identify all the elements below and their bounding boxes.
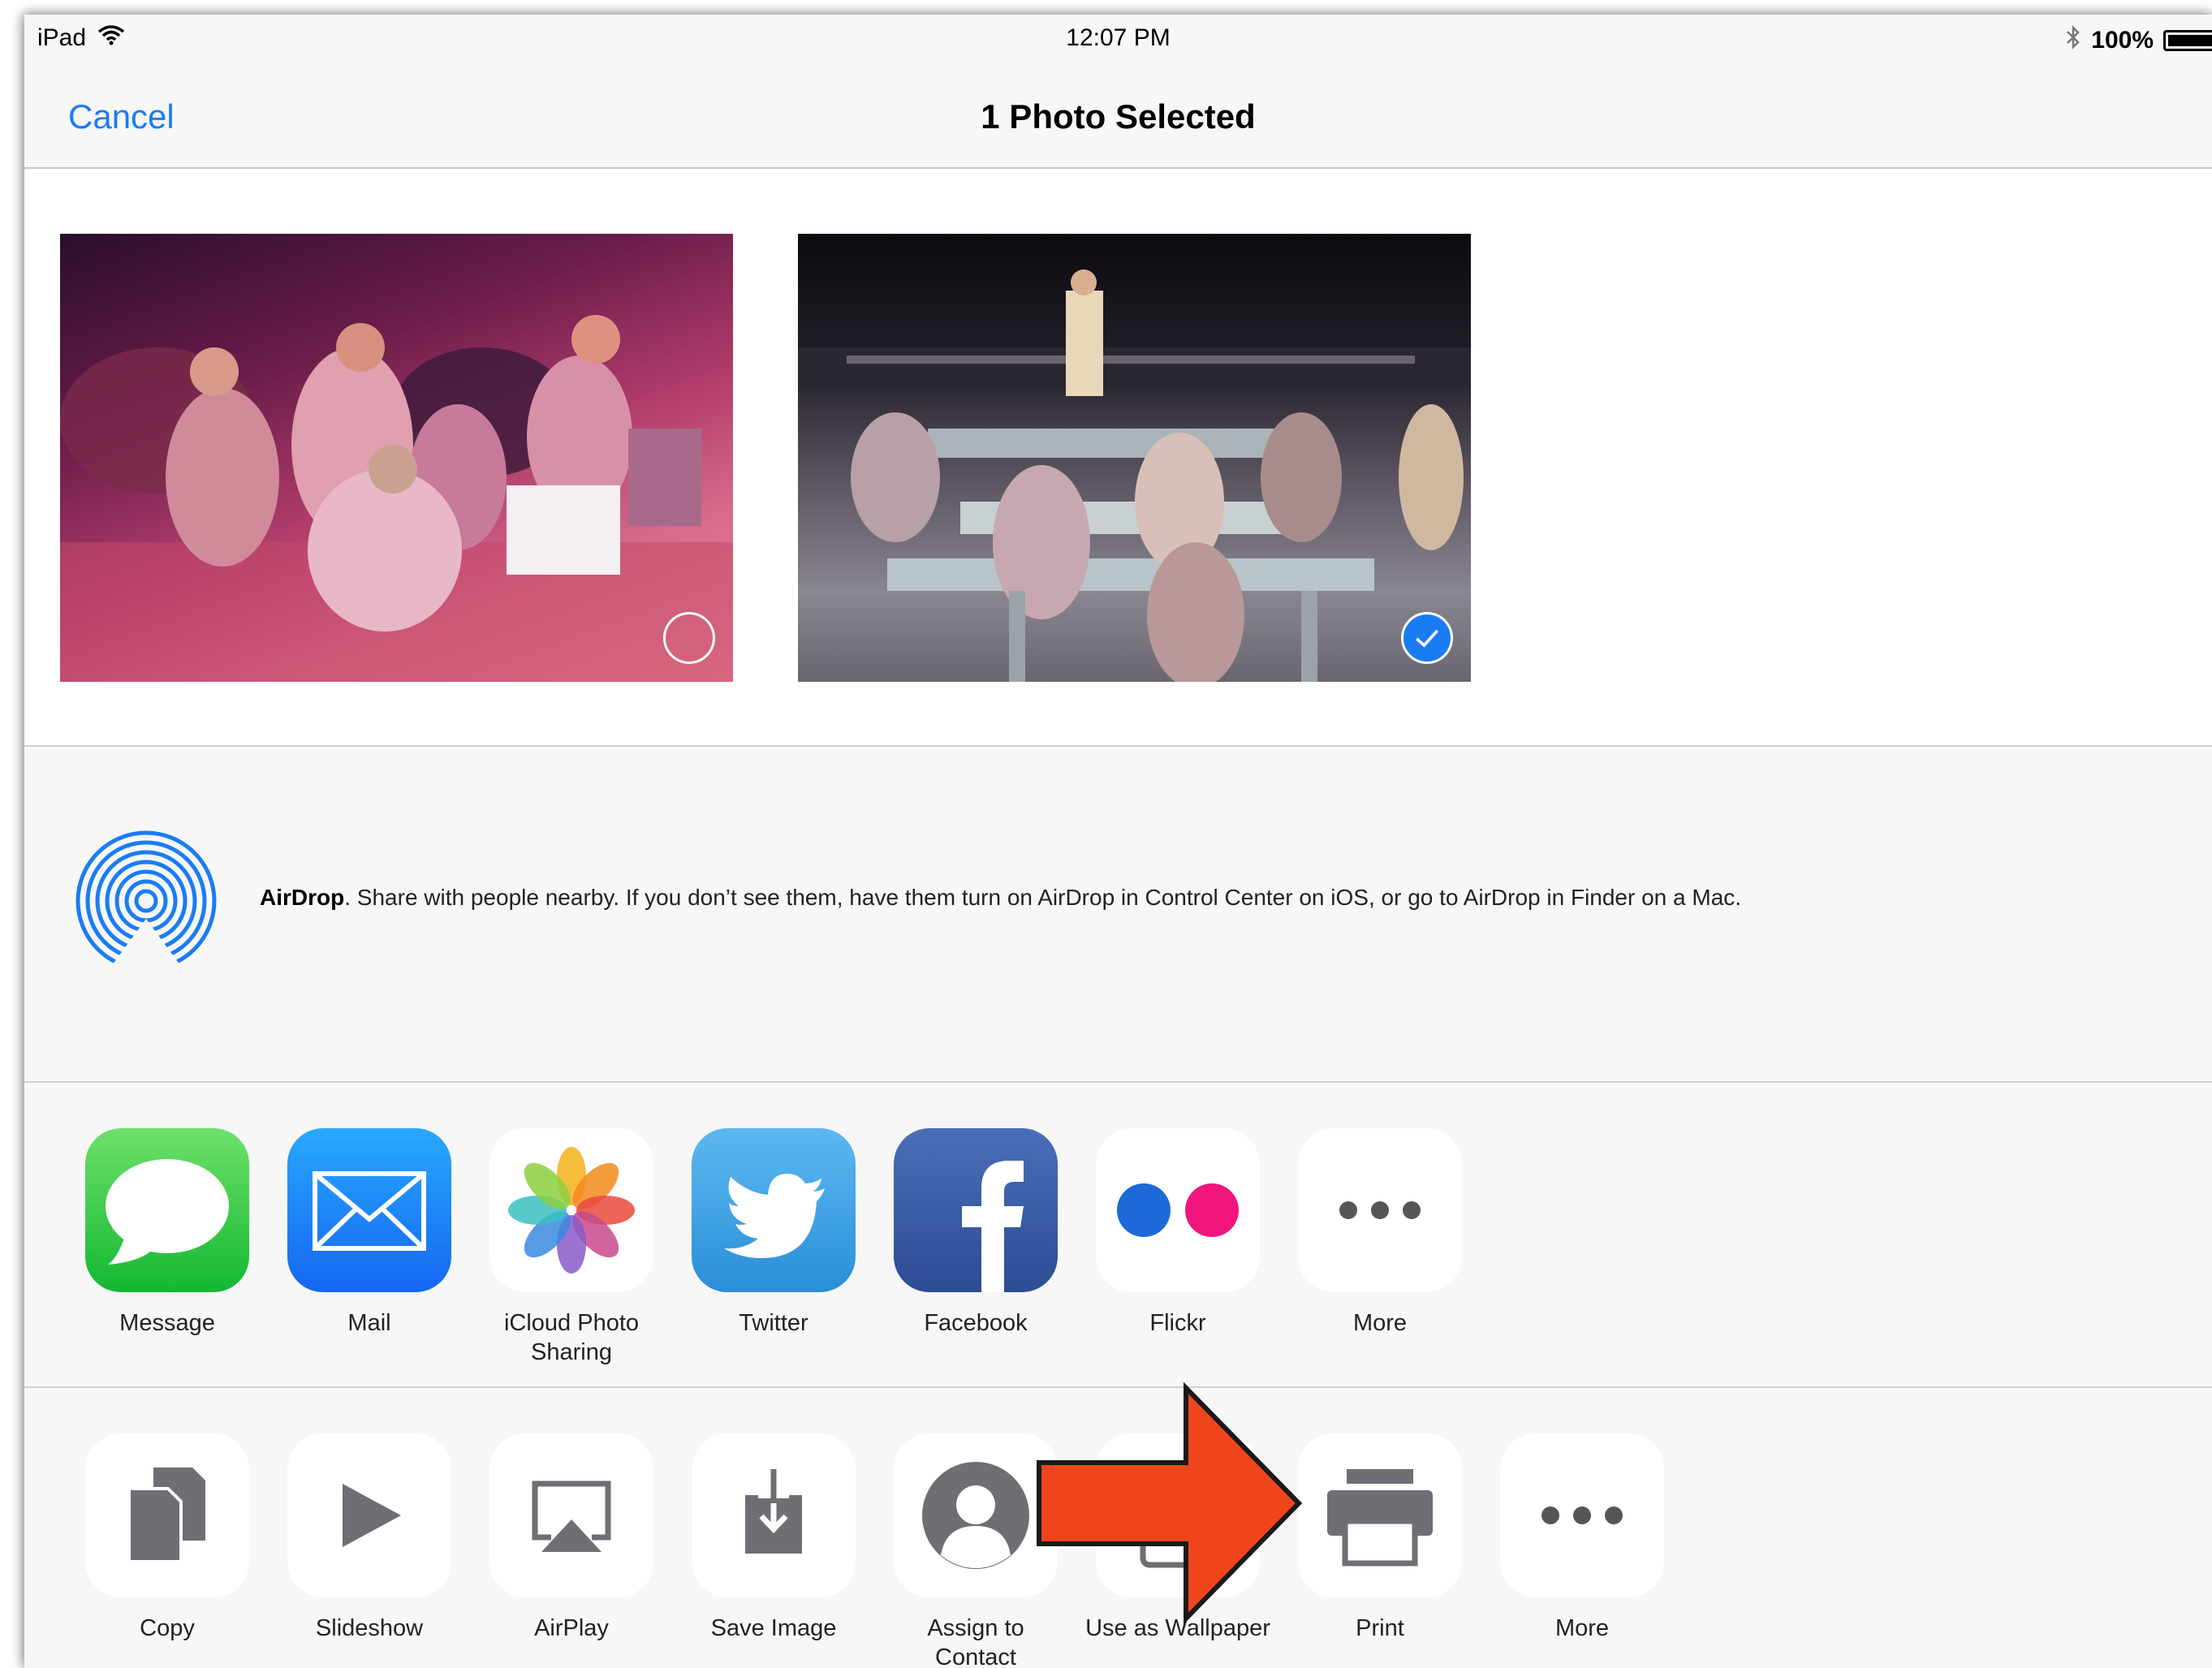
- airdrop-section: AirDrop. Share with people nearby. If yo…: [24, 747, 2212, 1083]
- battery-icon: [2163, 30, 2212, 51]
- bluetooth-icon: [2065, 24, 2081, 57]
- share-label: Facebook: [924, 1310, 1028, 1336]
- share-mail[interactable]: Mail: [268, 1128, 471, 1338]
- airdrop-description: AirDrop. Share with people nearby. If yo…: [260, 885, 1741, 911]
- battery-percent: 100%: [2091, 27, 2154, 54]
- stage-scene-image: [60, 315, 733, 682]
- share-label: Mail: [347, 1310, 391, 1336]
- save-image-icon: [692, 1433, 856, 1597]
- copy-icon: [85, 1433, 249, 1597]
- airdrop-title: AirDrop: [260, 885, 345, 910]
- action-slideshow[interactable]: Slideshow: [268, 1433, 471, 1643]
- status-bar: iPad 12:07 PM 100%: [24, 15, 2212, 65]
- photo-thumbnail[interactable]: [60, 234, 733, 682]
- airplay-icon: [489, 1433, 653, 1597]
- icloud-photo-sharing-icon: [489, 1128, 653, 1292]
- action-label: More: [1554, 1615, 1610, 1641]
- share-facebook[interactable]: Facebook: [874, 1128, 1077, 1338]
- share-activities-row: Message Mail iCloud Photo Sharing Twitte…: [24, 1083, 2212, 1388]
- share-twitter[interactable]: Twitter: [672, 1128, 875, 1338]
- action-more[interactable]: More: [1481, 1433, 1684, 1643]
- selection-circle[interactable]: [663, 612, 715, 664]
- more-icon: [1298, 1128, 1462, 1292]
- share-label: iCloud Photo Sharing: [503, 1310, 640, 1365]
- share-icloud-photo-sharing[interactable]: iCloud Photo Sharing: [470, 1128, 673, 1367]
- action-label: Slideshow: [315, 1615, 424, 1641]
- twitter-icon: [692, 1128, 856, 1292]
- share-label: Message: [119, 1310, 215, 1336]
- action-label: Copy: [140, 1615, 195, 1641]
- airdrop-icon[interactable]: [73, 828, 219, 974]
- flickr-icon: [1096, 1128, 1260, 1292]
- share-label: More: [1352, 1310, 1408, 1336]
- airdrop-body: . Share with people nearby. If you don’t…: [344, 885, 1742, 910]
- photo-picker: [24, 169, 2212, 747]
- photo-thumbnail-selected[interactable]: [798, 234, 1471, 682]
- selection-checkmark[interactable]: [1401, 612, 1453, 664]
- action-label: AirPlay: [534, 1615, 609, 1641]
- action-label: Save Image: [710, 1615, 837, 1641]
- navigation-bar: Cancel 1 Photo Selected: [24, 65, 2212, 169]
- mail-icon: [287, 1128, 451, 1292]
- message-icon: [85, 1128, 249, 1292]
- share-label: Flickr: [1149, 1310, 1206, 1336]
- more-icon: [1500, 1433, 1664, 1597]
- share-more[interactable]: More: [1278, 1128, 1481, 1338]
- status-time: 12:07 PM: [1066, 24, 1171, 51]
- annotation-arrow-icon: [1037, 1381, 1303, 1625]
- contact-icon: [894, 1433, 1058, 1597]
- share-message[interactable]: Message: [66, 1128, 269, 1338]
- share-sheet-screen: iPad 12:07 PM 100% Cancel 1 Photo Select…: [24, 15, 2212, 1668]
- checkmark-icon: [1416, 629, 1439, 648]
- share-label: Twitter: [739, 1310, 808, 1336]
- action-airplay[interactable]: AirPlay: [470, 1433, 673, 1643]
- action-print[interactable]: Print: [1278, 1433, 1481, 1643]
- stage-scene-image: [798, 269, 1471, 682]
- facebook-icon: [894, 1128, 1058, 1292]
- page-title: 1 Photo Selected: [981, 97, 1256, 136]
- action-save-image[interactable]: Save Image: [672, 1433, 875, 1643]
- play-icon: [287, 1433, 451, 1597]
- print-icon: [1298, 1433, 1462, 1597]
- share-flickr[interactable]: Flickr: [1076, 1128, 1279, 1338]
- action-copy[interactable]: Copy: [66, 1433, 269, 1643]
- status-right: 100%: [2065, 24, 2212, 57]
- action-label: Print: [1356, 1615, 1404, 1641]
